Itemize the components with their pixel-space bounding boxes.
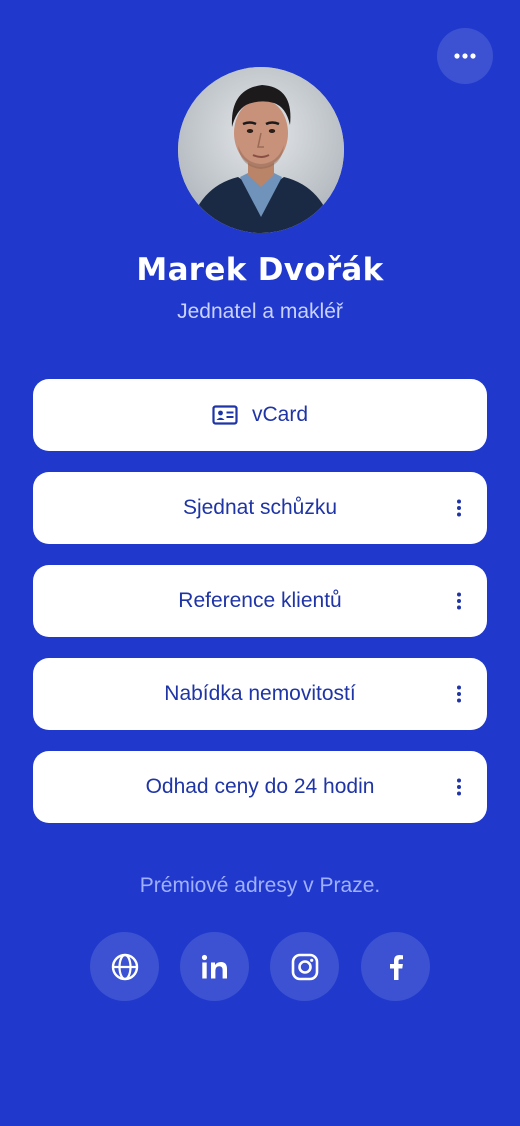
link-label: Sjednat schůzku — [182, 496, 338, 519]
more-vertical-icon[interactable] — [449, 772, 469, 802]
facebook-icon — [389, 954, 403, 980]
link-button-schedule-meeting[interactable]: Sjednat schůzku — [33, 472, 487, 544]
instagram-link[interactable] — [270, 932, 339, 1001]
vcard-label: vCard — [251, 403, 309, 426]
linkedin-link[interactable] — [180, 932, 249, 1001]
vcard-button[interactable]: vCard — [33, 379, 487, 451]
contact-card-icon — [212, 405, 238, 425]
instagram-icon — [291, 953, 318, 980]
tagline: Prémiové adresy v Praze. — [139, 874, 381, 897]
link-button-price-estimate[interactable]: Odhad ceny do 24 hodin — [33, 751, 487, 823]
profile-name: Marek Dvořák — [136, 252, 384, 288]
link-label: Odhad ceny do 24 hodin — [145, 775, 375, 798]
more-horizontal-icon — [454, 53, 476, 59]
link-label: Reference klientů — [178, 589, 342, 612]
profile-title: Jednatel a makléř — [177, 300, 343, 323]
website-link[interactable] — [90, 932, 159, 1001]
linkedin-icon — [201, 954, 227, 978]
globe-icon — [111, 953, 138, 980]
more-vertical-icon[interactable] — [449, 679, 469, 709]
profile-page: Marek Dvořák Jednatel a makléř vCard Sje… — [0, 0, 520, 1126]
link-label: Nabídka nemovitostí — [164, 682, 356, 705]
link-button-property-offers[interactable]: Nabídka nemovitostí — [33, 658, 487, 730]
more-vertical-icon[interactable] — [449, 586, 469, 616]
more-options-button[interactable] — [437, 28, 493, 84]
more-vertical-icon[interactable] — [449, 493, 469, 523]
link-button-client-references[interactable]: Reference klientů — [33, 565, 487, 637]
facebook-link[interactable] — [361, 932, 430, 1001]
avatar — [178, 67, 344, 233]
